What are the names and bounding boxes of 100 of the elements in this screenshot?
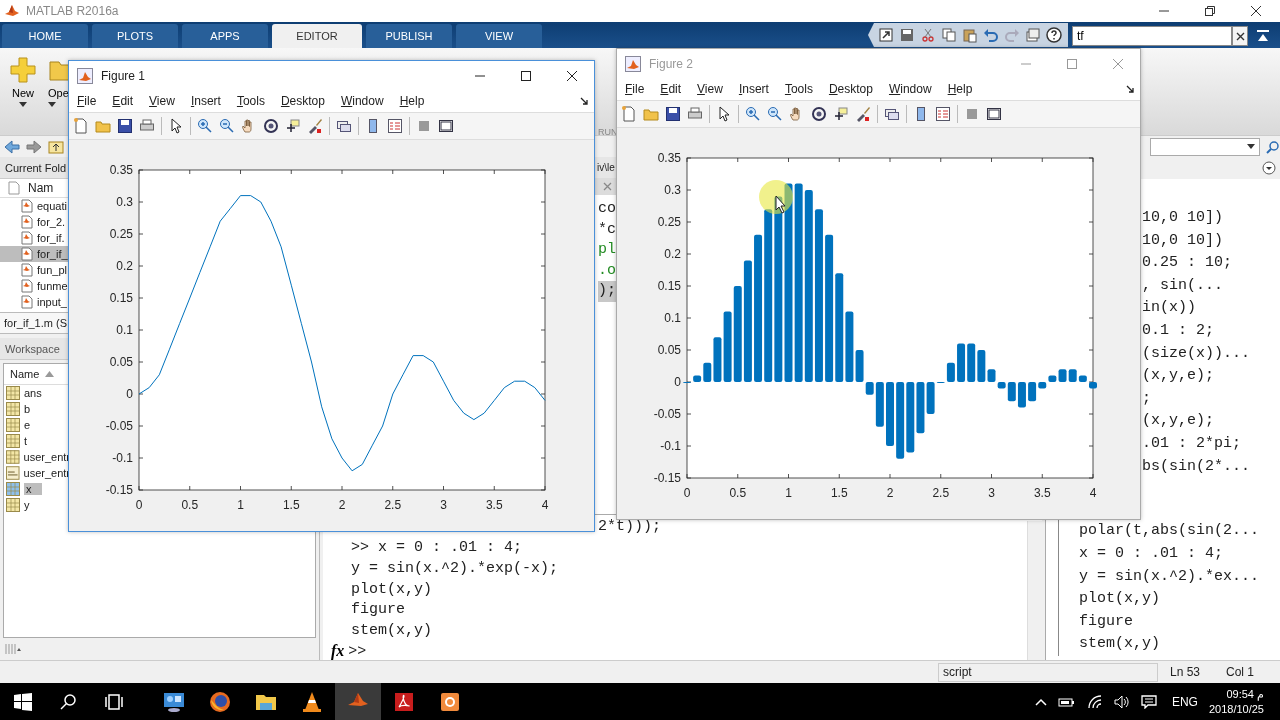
pointer-icon[interactable]	[168, 118, 184, 134]
legend-icon[interactable]	[387, 118, 403, 134]
close-icon[interactable]	[566, 69, 578, 82]
ribbon-tab[interactable]: APPS	[182, 24, 268, 48]
panel-menu-icon[interactable]	[1262, 161, 1276, 175]
menu-item[interactable]: Edit	[112, 94, 134, 108]
zoom-in-icon[interactable]	[745, 106, 761, 122]
toolstrip-button[interactable]: New	[6, 56, 40, 107]
scrollbar[interactable]	[1027, 521, 1042, 660]
print-icon[interactable]	[687, 106, 703, 122]
save-icon[interactable]	[117, 118, 133, 134]
battery-icon[interactable]	[1057, 695, 1076, 708]
brush-icon[interactable]	[855, 106, 871, 122]
clock-time[interactable]: 09:54 م	[1226, 686, 1264, 702]
history-entry[interactable]: (x,y,e);	[1142, 410, 1214, 433]
undo-icon[interactable]	[983, 27, 999, 43]
save-icon[interactable]	[665, 106, 681, 122]
history-entry[interactable]: plot(x,y)	[1079, 588, 1160, 611]
ribbon-tab[interactable]: PUBLISH	[366, 24, 452, 48]
clock-date[interactable]: 2018/10/25	[1208, 701, 1264, 717]
menu-item[interactable]: View	[697, 82, 723, 96]
zoom-out-icon[interactable]	[219, 118, 235, 134]
back-arrow-icon[interactable]	[4, 139, 20, 154]
dock-arrow-icon[interactable]	[580, 97, 588, 105]
shortcut-icon[interactable]	[878, 27, 894, 43]
data-cursor-icon[interactable]	[833, 106, 849, 122]
history-entry[interactable]: bs(sin(2*...	[1142, 455, 1251, 479]
copy-icon[interactable]	[941, 27, 957, 43]
folder-entry[interactable]: fun_pl	[0, 262, 68, 278]
maximize-icon[interactable]	[520, 69, 532, 82]
history-entry[interactable]: (x,y,e);	[1142, 365, 1214, 388]
history-entry[interactable]: stem(x,y)	[1079, 633, 1160, 656]
history-entry[interactable]: 0.25 : 10;	[1142, 252, 1232, 275]
restore-icon[interactable]	[1204, 5, 1216, 17]
variable-item[interactable]: e	[4, 417, 70, 433]
wifi-icon[interactable]	[1086, 694, 1103, 709]
language-indicator[interactable]: ENG	[1171, 694, 1198, 709]
menu-item[interactable]: Help	[947, 82, 973, 96]
history-entry[interactable]: 10,0 10])	[1142, 207, 1223, 230]
ribbon-tab[interactable]: EDITOR	[272, 24, 362, 48]
folder-entry[interactable]: equati	[0, 198, 68, 214]
panel-icon[interactable]	[986, 106, 1002, 122]
data-cursor-icon[interactable]	[285, 118, 301, 134]
history-entry[interactable]: 0.1 : 2;	[1142, 319, 1214, 343]
chevron-up-icon[interactable]	[1034, 697, 1047, 706]
history-entry[interactable]: x = 0 : .01 : 4;	[1079, 543, 1224, 566]
history-entry[interactable]: y = sin(x.^2).*ex...	[1079, 565, 1260, 589]
ribbon-tab[interactable]: HOME	[2, 24, 88, 48]
clear-button[interactable]	[1232, 26, 1248, 46]
toolstrip-button[interactable]: Ope	[48, 56, 70, 107]
variable-item[interactable]: x	[4, 481, 70, 497]
history-entry[interactable]: , sin(...	[1142, 274, 1223, 298]
folder-entry[interactable]: for_if.	[0, 230, 68, 246]
variable-item[interactable]: user_entr	[4, 449, 70, 465]
panel-icon[interactable]	[438, 118, 454, 134]
link-icon[interactable]	[884, 106, 900, 122]
ribbon-tab[interactable]: PLOTS	[92, 24, 178, 48]
history-entry[interactable]: polar(t,abs(sin(2...	[1079, 520, 1260, 544]
function-browser-button[interactable]: fx	[329, 642, 347, 660]
search-field[interactable]: tf	[1072, 26, 1232, 46]
print-icon[interactable]	[139, 118, 155, 134]
square-icon[interactable]	[416, 118, 432, 134]
menu-item[interactable]: File	[77, 94, 97, 108]
menu-item[interactable]: Insert	[738, 82, 769, 96]
brush-icon[interactable]	[307, 118, 323, 134]
column-header[interactable]: Nam	[28, 181, 54, 195]
menu-item[interactable]: View	[149, 94, 175, 108]
cut-icon[interactable]	[920, 27, 936, 43]
history-entry[interactable]: .01 : 2*pi;	[1142, 432, 1242, 456]
zoom-in-icon[interactable]	[197, 118, 213, 134]
close-icon[interactable]	[1250, 5, 1262, 17]
caret-icon[interactable]	[1247, 144, 1255, 149]
paste-icon[interactable]	[962, 27, 978, 43]
folder-entry[interactable]: input_	[0, 294, 68, 310]
grip-icon[interactable]	[4, 643, 22, 655]
square-icon[interactable]	[964, 106, 980, 122]
windows-start-icon[interactable]	[14, 692, 32, 711]
collapse-icon[interactable]	[1256, 29, 1270, 43]
notification-icon[interactable]	[1140, 694, 1157, 709]
menu-item[interactable]: Edit	[660, 82, 682, 96]
close-tab-icon[interactable]	[603, 182, 612, 191]
folder-entry[interactable]: funme	[0, 278, 68, 294]
link-icon[interactable]	[336, 118, 352, 134]
command-prompt[interactable]: >>	[348, 642, 367, 660]
menu-item[interactable]: Desktop	[828, 82, 873, 96]
variable-item[interactable]: ans	[4, 385, 70, 401]
rotate-icon[interactable]	[811, 106, 827, 122]
variable-item[interactable]: user_entr	[4, 465, 70, 481]
speaker-icon[interactable]	[1113, 694, 1130, 709]
search-icon[interactable]	[59, 692, 77, 711]
pointer-icon[interactable]	[716, 106, 732, 122]
task-view-icon[interactable]	[104, 692, 124, 711]
save-icon[interactable]	[899, 27, 915, 43]
menu-item[interactable]: Window	[340, 94, 384, 108]
ribbon-tab[interactable]: VIEW	[456, 24, 542, 48]
menu-item[interactable]: Help	[399, 94, 425, 108]
history-entry[interactable]: figure	[1079, 610, 1133, 634]
menu-item[interactable]: Tools	[236, 94, 265, 108]
history-entry[interactable]: in(x))	[1142, 297, 1196, 320]
variable-item[interactable]: t	[4, 433, 70, 449]
